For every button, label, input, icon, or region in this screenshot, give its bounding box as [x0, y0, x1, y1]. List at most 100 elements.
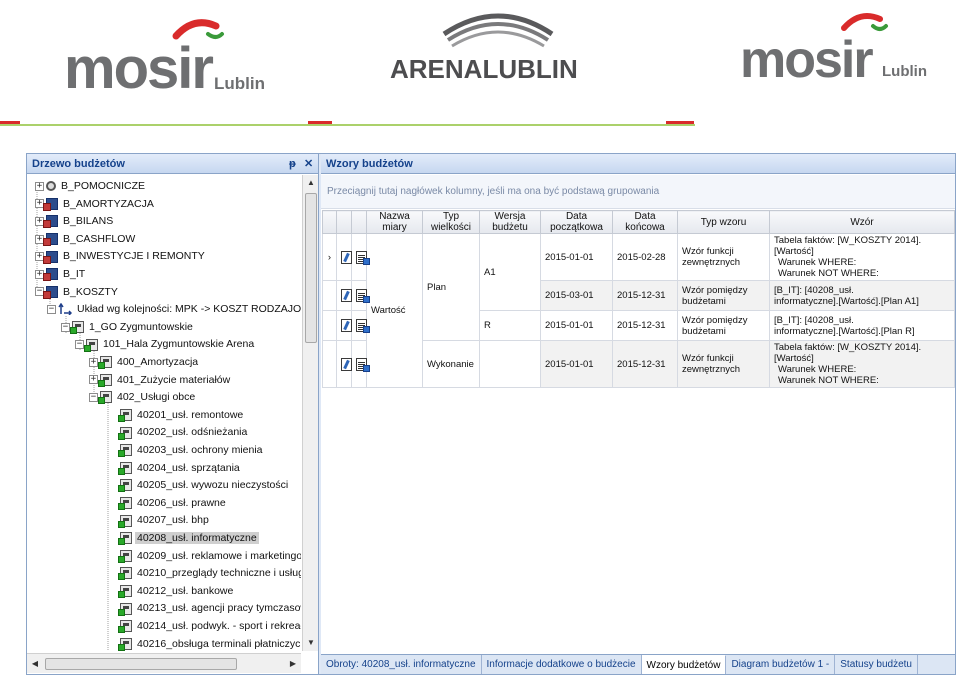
cell-start-date[interactable]: 2015-03-01	[540, 280, 613, 311]
cell-pattern-type[interactable]: Wzór pomiędzy budżetami	[677, 280, 770, 311]
tree-node[interactable]: 40209_usł. reklamowe i marketingowe	[107, 548, 301, 565]
col-header-budget-version[interactable]: Wersja budżetu	[479, 210, 541, 234]
cell-size-type-plan[interactable]: Plan	[422, 233, 480, 341]
cell-start-date[interactable]: 2015-01-01	[540, 340, 613, 388]
table-row[interactable]: › Wartość Plan A1 2015-01-01 2015-02-28 …	[322, 233, 955, 388]
tree-node[interactable]: − 402_Usługi obce	[89, 389, 197, 406]
tree-node[interactable]: 40206_usł. prawne	[107, 495, 228, 512]
row-indicator[interactable]	[322, 280, 337, 311]
cell-version-a1[interactable]: A1	[479, 233, 541, 311]
tab-1[interactable]: Informacje dodatkowe o budżecie	[482, 655, 642, 674]
tree-vertical-scroll-thumb[interactable]	[305, 193, 317, 343]
scroll-left-arrow-icon[interactable]: ◀	[27, 656, 43, 672]
cell-end-date[interactable]: 2015-12-31	[612, 280, 678, 311]
tree-node[interactable]: − 101_Hala Zygmuntowskie Arena	[75, 336, 256, 353]
edit-row-button[interactable]	[336, 233, 352, 281]
row-indicator-icon[interactable]: ›	[322, 233, 337, 281]
collapse-icon[interactable]: −	[61, 322, 70, 332]
col-header-measure[interactable]: Nazwa miary	[366, 210, 423, 234]
tree-node[interactable]: +401_Zużycie materiałów	[89, 372, 232, 389]
cell-start-date[interactable]: 2015-01-01	[540, 310, 613, 341]
tree-node[interactable]: 40214_usł. podwyk. - sport i rekreacja	[107, 618, 301, 635]
col-header-formula[interactable]: Wzór	[769, 210, 955, 234]
scroll-up-arrow-icon[interactable]: ▲	[303, 175, 319, 191]
tree-node[interactable]: − Układ wg kolejności: MPK -> KOSZT RODZA…	[47, 301, 301, 318]
scroll-down-arrow-icon[interactable]: ▼	[303, 635, 319, 651]
tree-node[interactable]: 40213_usł. agencji pracy tymczasowej	[107, 600, 301, 617]
cell-pattern-type[interactable]: Wzór funkcji zewnętrznych	[677, 340, 770, 388]
tree-node-label: 40205_usł. wywozu nieczystości	[137, 479, 289, 492]
tree-node[interactable]: 40203_usł. ochrony mienia	[107, 442, 265, 459]
expand-icon[interactable]: +	[35, 181, 44, 191]
tree-node[interactable]: + B_IT	[35, 266, 87, 283]
tab-3[interactable]: Diagram budżetów 1 -	[726, 655, 836, 674]
tree-vertical-scrollbar[interactable]: ▲ ▼	[302, 175, 318, 651]
close-icon[interactable]: ✕	[304, 154, 313, 174]
tree-node[interactable]: 40210_przeglądy techniczne i usługi kons…	[107, 565, 301, 582]
cell-start-date[interactable]: 2015-01-01	[540, 233, 613, 281]
tree-horizontal-scroll-thumb[interactable]	[45, 658, 237, 670]
tree-node-label: 40214_usł. podwyk. - sport i rekreacja	[137, 620, 301, 632]
collapse-icon[interactable]: −	[89, 392, 98, 402]
tree-horizontal-scrollbar[interactable]: ◀ ▶	[27, 653, 301, 673]
tree-node[interactable]: 40202_usł. odśnieżania	[107, 424, 249, 441]
row-indicator[interactable]	[322, 310, 337, 341]
tree-node-label: 40202_usł. odśnieżania	[137, 426, 248, 439]
collapse-icon[interactable]: −	[47, 304, 56, 314]
cell-formula[interactable]: Tabela faktów: [W_KOSZTY 2014].[Wartość]…	[769, 340, 955, 388]
tree-node[interactable]: + B_CASHFLOW	[35, 231, 137, 248]
expand-icon[interactable]: +	[89, 375, 98, 385]
tree-node[interactable]: 40208_usł. informatyczne	[107, 530, 259, 547]
calculator-icon	[118, 444, 132, 458]
cell-size-type-exec[interactable]: Wykonanie	[422, 340, 480, 388]
edit-row-button[interactable]	[336, 340, 352, 388]
cell-version-empty[interactable]	[479, 340, 541, 388]
col-header-end-date[interactable]: Data końcowa	[612, 210, 678, 234]
tab-0[interactable]: Obroty: 40208_usł. informatyczne	[321, 655, 482, 674]
edit-row-button[interactable]	[336, 310, 352, 341]
row-document-button[interactable]	[351, 280, 370, 311]
expand-icon[interactable]: +	[89, 357, 98, 367]
tree-node[interactable]: − 1_GO Zygmuntowskie	[61, 319, 195, 336]
tree-node[interactable]: + B_BILANS	[35, 213, 115, 230]
row-document-button[interactable]	[351, 340, 370, 388]
cell-version-r[interactable]: R	[479, 310, 541, 341]
tree-node[interactable]: 40212_usł. bankowe	[107, 583, 235, 600]
scroll-right-arrow-icon[interactable]: ▶	[285, 656, 301, 672]
cell-formula[interactable]: [B_IT]: [40208_usł. informatyczne].[Wart…	[769, 310, 955, 341]
tree-node[interactable]: − B_KOSZTY	[35, 284, 120, 301]
group-by-panel[interactable]: Przeciągnij tutaj nagłówek kolumny, jeśl…	[321, 175, 955, 209]
edit-row-button[interactable]	[336, 280, 352, 311]
cell-pattern-type[interactable]: Wzór pomiędzy budżetami	[677, 310, 770, 341]
cell-end-date[interactable]: 2015-12-31	[612, 310, 678, 341]
tree-node[interactable]: + B_INWESTYCJE I REMONTY	[35, 248, 207, 265]
tree-node[interactable]: 40216_obsługa terminali płatniczych	[107, 636, 301, 651]
formula-line: Tabela faktów: [W_KOSZTY 2014].[Wartość]	[774, 235, 922, 257]
tree-node[interactable]: + B_POMOCNICZE	[35, 178, 147, 195]
cell-measure[interactable]: Wartość	[366, 233, 423, 388]
cell-formula[interactable]: Tabela faktów: [W_KOSZTY 2014].[Wartość]…	[769, 233, 955, 281]
cell-formula[interactable]: [B_IT]: [40208_usł. informatyczne].[Wart…	[769, 280, 955, 311]
col-header-size-type[interactable]: Typ wielkości	[422, 210, 480, 234]
tree-node[interactable]: 40207_usł. bhp	[107, 512, 211, 529]
collapse-icon[interactable]: −	[75, 340, 84, 350]
tree-node[interactable]: 40204_usł. sprzątania	[107, 460, 242, 477]
tree-node[interactable]: + B_AMORTYZACJA	[35, 196, 156, 213]
grid-indicator-header	[322, 210, 337, 234]
tree-node[interactable]: 40201_usł. remontowe	[107, 407, 245, 424]
col-header-pattern-type[interactable]: Typ wzoru	[677, 210, 770, 234]
tree-node[interactable]: 40205_usł. wywozu nieczystości	[107, 477, 290, 494]
cell-pattern-type[interactable]: Wzór funkcji zewnętrznych	[677, 233, 770, 281]
col-header-start-date[interactable]: Data początkowa	[540, 210, 613, 234]
calculator-icon	[118, 514, 132, 528]
row-document-button[interactable]	[351, 233, 370, 281]
row-document-button[interactable]	[351, 310, 370, 341]
cell-end-date[interactable]: 2015-12-31	[612, 340, 678, 388]
row-indicator[interactable]	[322, 340, 337, 388]
edit-icon	[341, 289, 352, 302]
tab-2[interactable]: Wzory budżetów	[641, 655, 727, 674]
cell-end-date[interactable]: 2015-02-28	[612, 233, 678, 281]
tree-node[interactable]: +400_Amortyzacja	[89, 354, 200, 371]
tab-4[interactable]: Statusy budżetu	[835, 655, 918, 674]
pin-icon[interactable]: ᵽ	[289, 154, 296, 174]
